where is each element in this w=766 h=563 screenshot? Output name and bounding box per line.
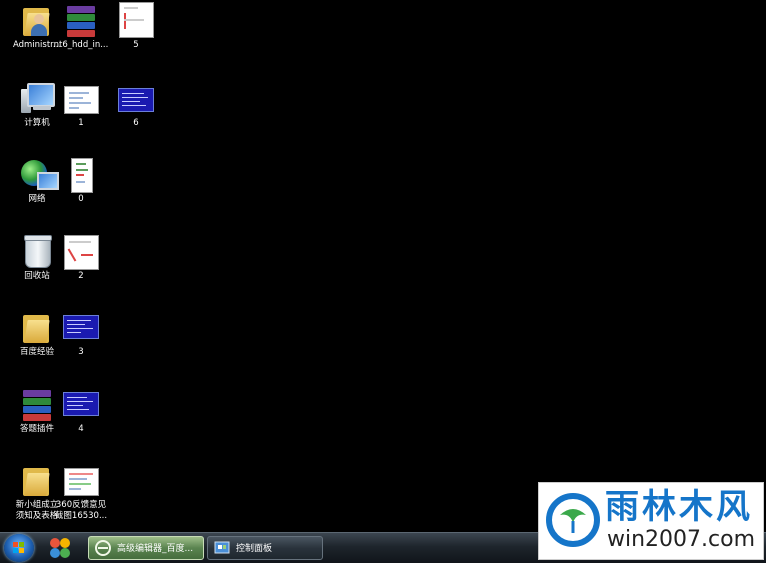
rar-archive-icon [61, 2, 101, 38]
image-2-icon[interactable]: 2 [44, 233, 118, 282]
taskbar-button-control-panel[interactable]: 控制面板 [207, 536, 323, 560]
watermark-logo-icon [546, 493, 600, 547]
task-label: 高级编辑器_百度... [117, 544, 194, 554]
start-button[interactable] [4, 534, 34, 562]
image-thumbnail-icon [61, 309, 101, 345]
image-thumbnail-icon [61, 233, 101, 270]
icon-label: 3 [78, 347, 84, 357]
image-thumbnail-icon [61, 156, 101, 193]
icon-label: 360反馈意见 截图16530... [54, 500, 108, 521]
desktop: Administr... 计算机 网络 回收站 百度经验 答题插件 新小组成立 … [0, 0, 766, 532]
screenshot-image-icon[interactable]: 360反馈意见 截图16530... [44, 462, 118, 522]
watermark-url: win2007.com [607, 527, 756, 552]
taskbar-button-editor[interactable]: 高级编辑器_百度... [88, 536, 204, 560]
icon-label: 4 [78, 424, 84, 434]
quick-launch-app-icon[interactable] [48, 537, 72, 559]
image-0-icon[interactable]: 0 [44, 156, 118, 205]
ie-browser-icon [95, 540, 111, 556]
image-5-icon[interactable]: 5 [99, 2, 173, 51]
task-label: 控制面板 [236, 544, 273, 554]
icon-label: 5 [133, 40, 139, 50]
image-6-icon[interactable]: 6 [99, 80, 173, 129]
windows-logo-icon [13, 542, 25, 554]
icon-label: 2 [78, 271, 84, 281]
watermark: 雨林木风 win2007.com [538, 482, 764, 560]
icon-label: 0 [78, 194, 84, 204]
image-3-icon[interactable]: 3 [44, 309, 118, 358]
icon-label: 6 [133, 118, 139, 128]
image-thumbnail-icon [61, 462, 101, 498]
image-thumbnail-icon [61, 386, 101, 422]
image-thumbnail-icon [61, 80, 101, 116]
control-panel-icon [214, 540, 230, 556]
image-thumbnail-icon [116, 2, 156, 38]
image-4-icon[interactable]: 4 [44, 386, 118, 435]
watermark-brand: 雨林木风 [605, 487, 753, 527]
image-thumbnail-icon [116, 80, 156, 116]
